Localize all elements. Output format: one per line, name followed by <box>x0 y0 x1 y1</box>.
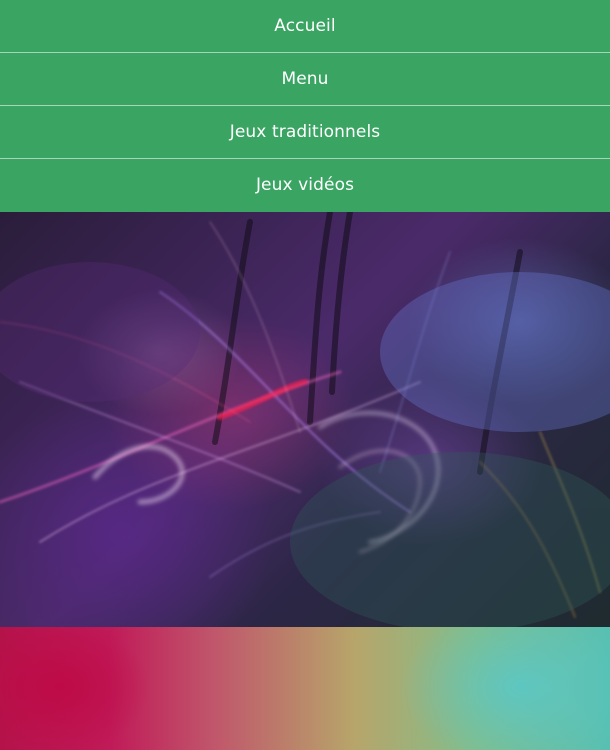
nav-item-label: Menu <box>281 69 329 89</box>
nav-item-label: Jeux traditionnels <box>229 122 381 142</box>
nav-item-jeux-traditionnels[interactable]: Jeux traditionnels <box>0 106 610 159</box>
nav-item-label: Accueil <box>274 16 336 36</box>
main-navigation: Accueil Menu Jeux traditionnels Jeux vid… <box>0 0 610 212</box>
nav-item-accueil[interactable]: Accueil <box>0 0 610 53</box>
nav-item-menu[interactable]: Menu <box>0 53 610 106</box>
abstract-hero-image <box>0 212 610 627</box>
abstract-light-streaks <box>0 212 610 627</box>
nav-item-jeux-videos[interactable]: Jeux vidéos <box>0 159 610 211</box>
nav-item-label: Jeux vidéos <box>255 175 355 195</box>
bottom-gradient-banner <box>0 627 610 750</box>
